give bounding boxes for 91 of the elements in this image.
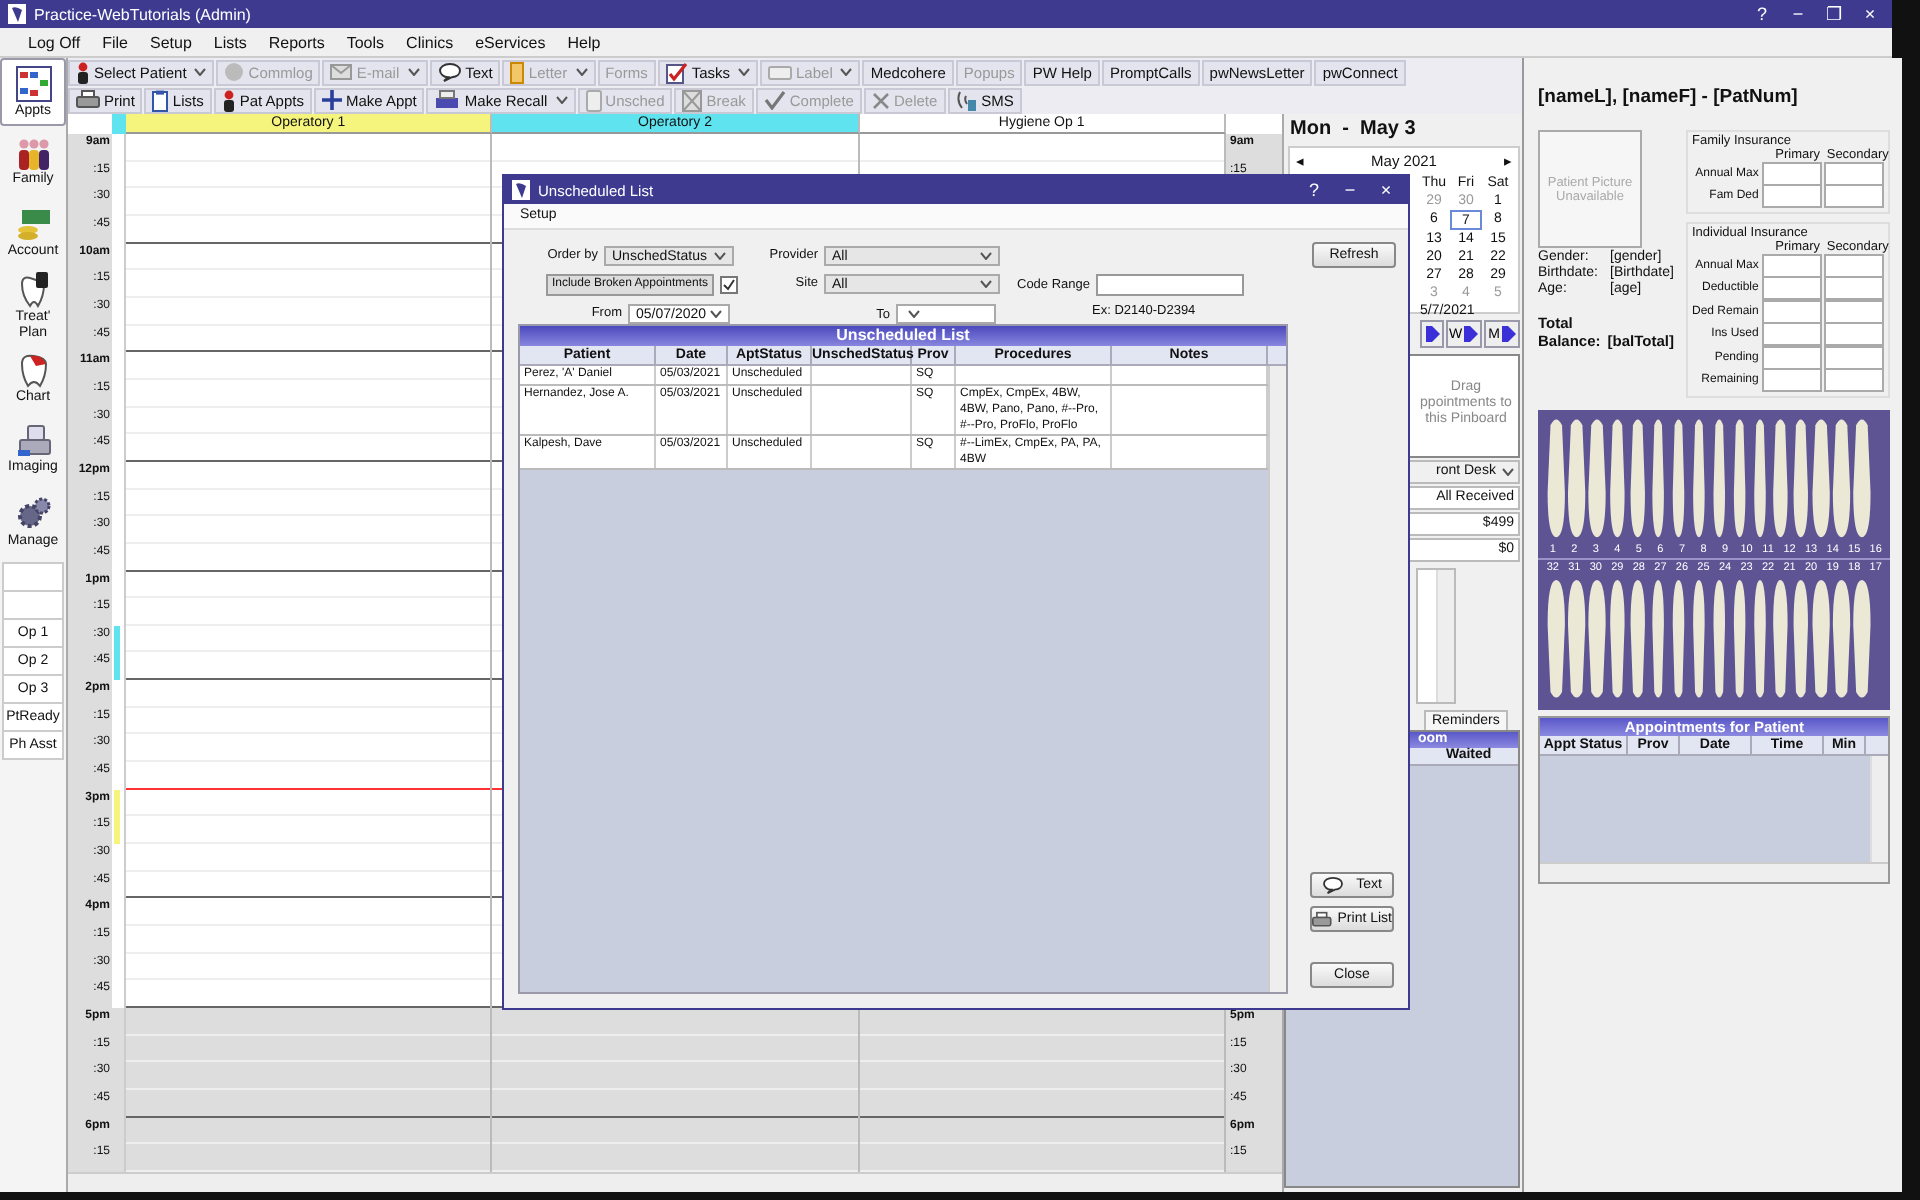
vertical-scrollbar[interactable] xyxy=(1268,366,1286,992)
menu-item[interactable]: File xyxy=(102,33,128,51)
vertical-scrollbar[interactable] xyxy=(1870,756,1889,862)
horizontal-scrollbar[interactable] xyxy=(68,1172,1282,1192)
amount-field[interactable] xyxy=(1762,184,1823,209)
caret-icon xyxy=(575,68,588,76)
amount-field[interactable] xyxy=(1762,161,1823,186)
menu-item[interactable]: Log Off xyxy=(28,33,81,51)
caret-icon xyxy=(407,68,420,76)
operatory-color-strip xyxy=(112,114,126,134)
plus-icon xyxy=(321,90,342,110)
vertical-scrollbar[interactable] xyxy=(1436,570,1454,702)
amount-field[interactable] xyxy=(1762,299,1823,324)
speech-bubble-icon xyxy=(1322,876,1345,894)
amount-field[interactable] xyxy=(1824,161,1885,186)
caret-icon xyxy=(980,252,992,260)
window-control[interactable]: − xyxy=(1336,180,1364,200)
menu-item[interactable]: Reports xyxy=(268,33,325,51)
amount-field[interactable] xyxy=(1824,322,1885,347)
amount-field[interactable] xyxy=(1824,299,1885,324)
caret-icon xyxy=(980,280,992,288)
window-control[interactable]: × xyxy=(1372,180,1400,200)
crossed-box-icon xyxy=(682,89,703,111)
next-day-button[interactable] xyxy=(1419,320,1444,348)
view-slot[interactable] xyxy=(2,590,64,620)
window-control[interactable]: − xyxy=(1784,4,1812,24)
operatory-column[interactable] xyxy=(126,134,493,1172)
scanner-icon xyxy=(15,424,51,458)
label-icon xyxy=(768,65,793,79)
to-date-field[interactable] xyxy=(896,304,996,324)
person-icon xyxy=(221,89,236,111)
tooth-icon xyxy=(15,271,51,307)
arrow-icon xyxy=(1462,324,1479,344)
printer-icon xyxy=(1312,909,1332,929)
grid-title: Unscheduled List xyxy=(520,326,1286,346)
delete-icon xyxy=(871,91,890,109)
amount-field[interactable] xyxy=(1824,184,1885,209)
caret-icon xyxy=(1502,468,1514,476)
amount-field[interactable] xyxy=(1762,368,1823,393)
window-control[interactable]: × xyxy=(1856,4,1884,24)
phone-signal-icon xyxy=(955,89,978,111)
window-control[interactable]: ? xyxy=(1748,4,1776,24)
checkmark-icon xyxy=(763,90,786,110)
arrow-icon xyxy=(1423,324,1440,344)
caret-icon xyxy=(738,68,751,76)
amount-field[interactable] xyxy=(1824,345,1885,370)
horizontal-scrollbar[interactable] xyxy=(1540,862,1889,882)
view-slot[interactable] xyxy=(2,562,64,592)
amount-field[interactable] xyxy=(1762,345,1823,370)
appointment-marker xyxy=(114,789,120,845)
code-range-field[interactable] xyxy=(1096,274,1244,296)
caret-icon xyxy=(908,310,920,318)
caret-icon xyxy=(840,68,853,76)
menu-item[interactable]: Lists xyxy=(213,33,247,51)
checkbox[interactable] xyxy=(720,276,738,294)
menu-item[interactable]: Clinics xyxy=(406,33,454,51)
checklist-icon xyxy=(665,61,688,83)
amount-field[interactable] xyxy=(1762,276,1823,301)
patient-name: [nameL], [nameF] - [PatNum] xyxy=(1538,86,1800,112)
menu-item[interactable]: Tools xyxy=(346,33,385,51)
amount-field[interactable] xyxy=(1824,276,1885,301)
amount-field[interactable] xyxy=(1762,322,1823,347)
appointment-marker xyxy=(114,625,120,681)
day-heading: Mon - May 3 xyxy=(1288,116,1418,144)
menu-item[interactable]: Help xyxy=(567,33,601,51)
window-control[interactable]: ❐ xyxy=(1820,4,1848,24)
menu-item[interactable]: Setup xyxy=(149,33,192,51)
window-control[interactable]: ? xyxy=(1300,180,1328,200)
tooth-icon xyxy=(17,351,49,387)
arrow-icon xyxy=(1500,324,1516,344)
calendar-icon xyxy=(15,65,51,101)
family-icon xyxy=(15,136,51,170)
amount-field[interactable] xyxy=(1824,253,1885,278)
caret-icon xyxy=(555,96,568,104)
amount-field[interactable] xyxy=(1762,253,1823,278)
caret-icon xyxy=(194,68,207,76)
money-stack-icon xyxy=(15,208,51,242)
caret-icon xyxy=(714,252,726,260)
gears-icon xyxy=(15,495,51,531)
list-box[interactable] xyxy=(1416,568,1456,704)
caret-icon xyxy=(710,310,723,318)
letter-icon xyxy=(510,61,525,83)
printer-icon xyxy=(76,90,100,110)
window-title: Practice-WebTutorials (Admin) xyxy=(34,5,253,23)
speech-bubble-icon xyxy=(437,62,462,82)
clipboard-icon xyxy=(152,89,169,111)
amount-field[interactable] xyxy=(1824,368,1885,393)
envelope-icon xyxy=(330,64,353,80)
checkmark-icon xyxy=(722,278,736,292)
menu-item[interactable]: eServices xyxy=(475,33,546,51)
person-icon xyxy=(76,61,90,83)
